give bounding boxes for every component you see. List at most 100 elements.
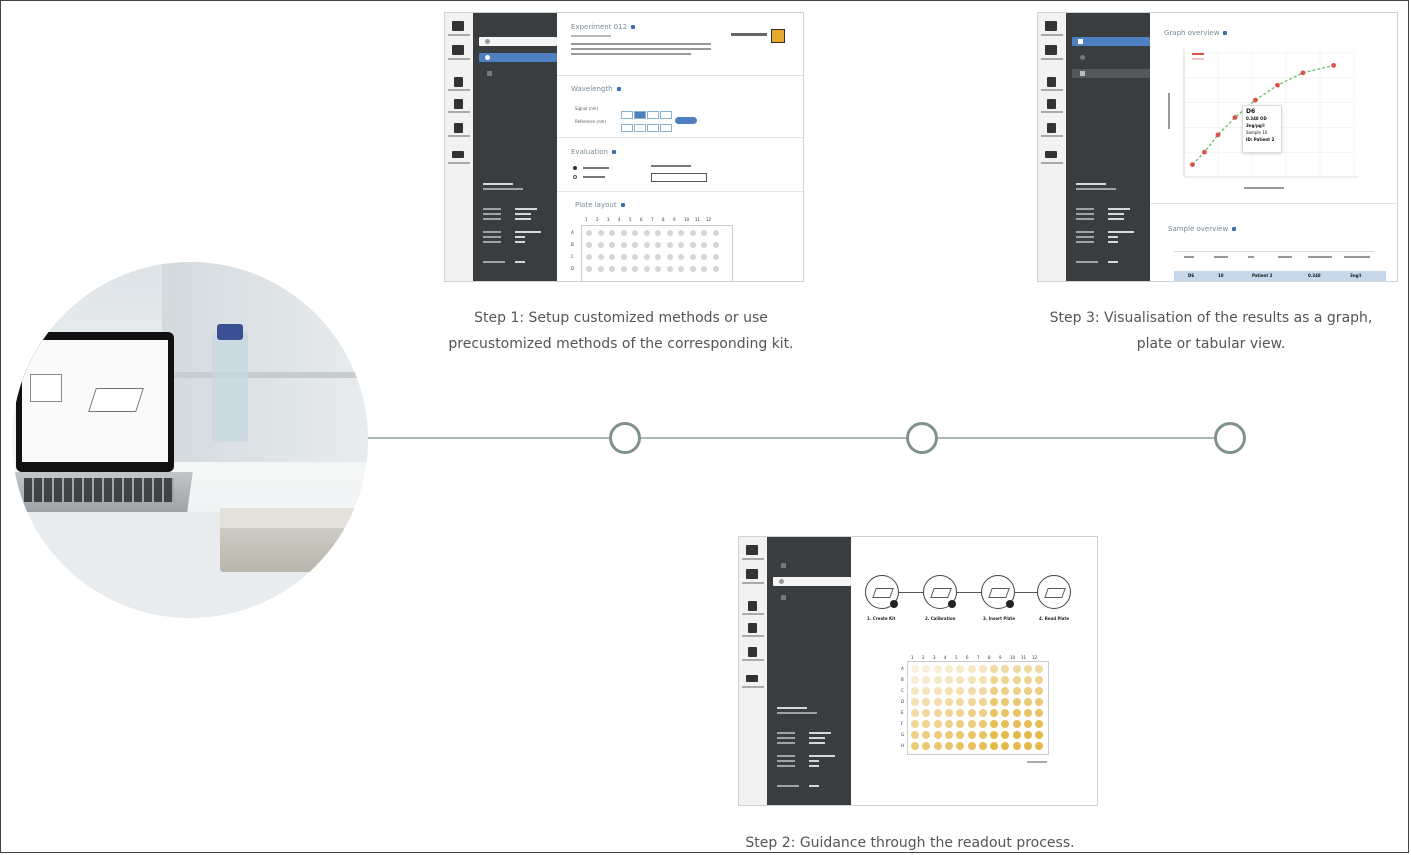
reader-icon[interactable]: [746, 675, 758, 682]
heatmap-well[interactable]: [1035, 742, 1044, 750]
plate-well[interactable]: [712, 266, 719, 272]
heatmap-well[interactable]: [956, 720, 965, 728]
heatmap-well[interactable]: [911, 720, 919, 728]
heatmap-well[interactable]: [1024, 687, 1032, 695]
heatmap-well[interactable]: [978, 676, 987, 684]
regression-dropdown[interactable]: [651, 173, 707, 182]
save-as-icon[interactable]: [748, 623, 757, 633]
plate-well[interactable]: [655, 266, 661, 272]
heatmap-well[interactable]: [956, 665, 965, 673]
heatmap-well[interactable]: [956, 709, 965, 717]
open-method-icon[interactable]: [746, 569, 758, 579]
timeline-node-step2[interactable]: [906, 422, 938, 454]
heatmap-well[interactable]: [911, 698, 919, 706]
heatmap-well[interactable]: [911, 709, 919, 717]
plate-well[interactable]: [609, 254, 615, 260]
heatmap-well[interactable]: [956, 731, 965, 739]
heatmap-well[interactable]: [990, 720, 999, 728]
heatmap-well[interactable]: [978, 687, 987, 695]
timeline-node-step1[interactable]: [609, 422, 641, 454]
plate-well[interactable]: [712, 242, 719, 248]
heatmap-well[interactable]: [990, 687, 999, 695]
heatmap-well[interactable]: [978, 665, 987, 673]
heatmap-well[interactable]: [990, 665, 999, 673]
plate-well[interactable]: [655, 254, 661, 260]
heatmap-well[interactable]: [911, 665, 919, 673]
heatmap-well[interactable]: [933, 709, 942, 717]
plate-well[interactable]: [666, 266, 673, 272]
heatmap-well[interactable]: [922, 720, 931, 728]
nav-item-results[interactable]: [479, 69, 509, 78]
plate-well[interactable]: [586, 242, 592, 248]
heatmap-well[interactable]: [956, 676, 965, 684]
plate-well[interactable]: [689, 242, 696, 248]
heatmap-well[interactable]: [956, 698, 965, 706]
heatmap-well[interactable]: [1001, 698, 1010, 706]
heatmap-well[interactable]: [944, 720, 953, 728]
readout-plate-heatmap[interactable]: 1 2 3 4 5 6 7 8 9 10 11 12 ABCDEFGH: [901, 655, 1051, 765]
reference-wavelength-selector[interactable]: [621, 117, 673, 136]
plate-well[interactable]: [609, 266, 615, 272]
heatmap-well[interactable]: [990, 676, 999, 684]
heatmap-well[interactable]: [956, 742, 965, 750]
heatmap-well[interactable]: [967, 709, 976, 717]
plate-well[interactable]: [643, 230, 650, 236]
plate-layout-grid[interactable]: 1 2 3 4 5 6 7 8 9 10 11 12 ABCD: [571, 217, 737, 281]
reader-icon[interactable]: [1045, 151, 1057, 158]
heatmap-well[interactable]: [1024, 742, 1032, 750]
plate-well[interactable]: [597, 242, 604, 248]
plate-well[interactable]: [597, 266, 604, 272]
save-icon[interactable]: [1047, 77, 1056, 87]
plate-well[interactable]: [689, 266, 696, 272]
plate-well[interactable]: [609, 242, 615, 248]
plate-well[interactable]: [632, 230, 638, 236]
heatmap-well[interactable]: [1035, 731, 1044, 739]
heatmap-well[interactable]: [1035, 665, 1044, 673]
plate-well[interactable]: [701, 254, 707, 260]
heatmap-well[interactable]: [990, 698, 999, 706]
new-method-icon[interactable]: [1045, 21, 1057, 31]
new-method-icon[interactable]: [746, 545, 758, 555]
plate-well[interactable]: [712, 230, 719, 236]
heatmap-well[interactable]: [1035, 698, 1044, 706]
plate-well[interactable]: [689, 230, 696, 236]
save-icon[interactable]: [454, 77, 463, 87]
save-as-icon[interactable]: [1047, 99, 1056, 109]
stage-create-kit[interactable]: [865, 575, 899, 609]
heatmap-well[interactable]: [978, 731, 987, 739]
plate-well[interactable]: [655, 230, 661, 236]
heatmap-well[interactable]: [978, 720, 987, 728]
plate-well[interactable]: [712, 254, 719, 260]
heatmap-well[interactable]: [933, 720, 942, 728]
plate-well[interactable]: [597, 254, 604, 260]
heatmap-well[interactable]: [978, 742, 987, 750]
heatmap-well[interactable]: [1012, 698, 1021, 706]
heatmap-well[interactable]: [922, 665, 931, 673]
heatmap-well[interactable]: [967, 731, 976, 739]
export-icon[interactable]: [748, 647, 757, 657]
plate-well[interactable]: [666, 242, 673, 248]
heatmap-well[interactable]: [967, 698, 976, 706]
heatmap-well[interactable]: [1035, 720, 1044, 728]
heatmap-well[interactable]: [922, 676, 931, 684]
heatmap-well[interactable]: [1035, 676, 1044, 684]
heatmap-well[interactable]: [1024, 665, 1032, 673]
heatmap-well[interactable]: [944, 731, 953, 739]
heatmap-well[interactable]: [978, 709, 987, 717]
heatmap-well[interactable]: [944, 709, 953, 717]
heatmap-well[interactable]: [1001, 687, 1010, 695]
heatmap-well[interactable]: [922, 687, 931, 695]
heatmap-well[interactable]: [911, 676, 919, 684]
heatmap-well[interactable]: [922, 731, 931, 739]
save-icon[interactable]: [748, 601, 757, 611]
heatmap-well[interactable]: [1012, 731, 1021, 739]
plate-well[interactable]: [597, 230, 604, 236]
heatmap-well[interactable]: [967, 665, 976, 673]
nav-item-setup[interactable]: [1072, 37, 1150, 46]
nav-item-results[interactable]: [773, 593, 803, 602]
heatmap-well[interactable]: [967, 742, 976, 750]
heatmap-well[interactable]: [944, 665, 953, 673]
plate-well[interactable]: [586, 230, 592, 236]
heatmap-well[interactable]: [911, 687, 919, 695]
plate-well[interactable]: [701, 266, 707, 272]
